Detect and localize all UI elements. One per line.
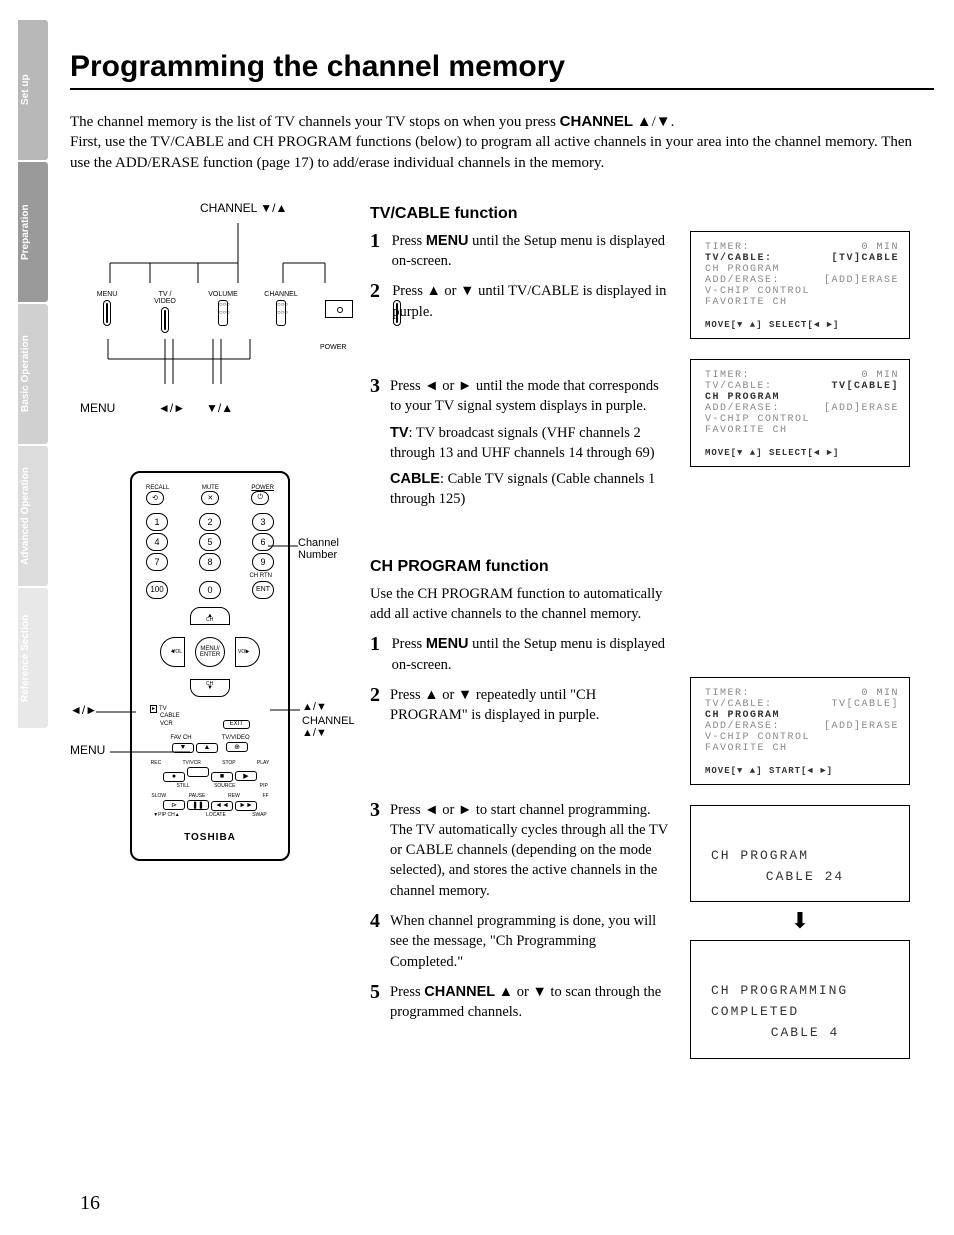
page-title: Programming the channel memory [70,50,934,84]
tab-advanced: Advanced Operation [18,446,48,586]
chprog-step1: Press MENU until the Setup menu is displ… [392,634,670,675]
chprog-step3: Press ◄ or ► to start channel programmin… [390,800,670,901]
chprogram-heading: CH PROGRAM function [370,558,670,576]
panel-led [322,291,356,318]
step-num: 3 [370,800,380,901]
osd-progress: CH PROGRAM CABLE 24 [690,805,910,903]
tab-basic: Basic Operation [18,304,48,444]
arrow-down-icon: ⬇ [690,908,910,934]
panel-power-btn [380,291,414,326]
chprog-step2: Press ▲ or ▼ repeatedly until "CH PROGRA… [390,685,670,726]
panel-menu-btn: MENU [90,291,124,326]
step-num: 1 [370,634,382,675]
chprog-step5: Press CHANNEL ▲ or ▼ to scan through the… [390,982,670,1023]
tab-preparation: Preparation [18,162,48,302]
tvcable-heading: TV/CABLE function [370,205,670,223]
osd-screen-2: TIMER:0 MIN TV/CABLE:TV[CABLE] CH PROGRA… [690,359,910,467]
remote-diagram: RECALL⟲ MUTE✕ POWER⏻ 123 456 789 CH RTN … [130,471,290,861]
step-num: 4 [370,911,380,972]
panel-channel-label: CHANNEL ▼/▲ [200,201,287,215]
tvcable-step3: Press ◄ or ► until the mode that corresp… [390,376,670,510]
chprogram-desc: Use the CH PROGRAM function to automatic… [370,584,670,625]
intro-paragraph: The channel memory is the list of TV cha… [70,112,934,173]
step-num: 1 [370,231,382,272]
tab-reference: Reference Section [18,588,48,728]
callout-channel-ud: CHANNEL ▲/▼ [302,715,355,739]
tab-setup: Set up [18,20,48,160]
panel-channel-btn: CHANNEL○○○○○○ [264,291,298,326]
callout-arrows-lr: ◄/► [70,703,97,717]
panel-bottom-arrows1: ◄/► [158,401,185,415]
osd-completed: CH PROGRAMMING COMPLETED CABLE 4 [690,940,910,1058]
osd-screen-3: TIMER:0 MIN TV/CABLE:TV[CABLE] CH PROGRA… [690,677,910,785]
chprog-step4: When channel programming is done, you wi… [390,911,670,972]
panel-volume-btn: VOLUME○○○○○○ [206,291,240,326]
tvcable-step2: Press ▲ or ▼ until TV/CABLE is displayed… [392,281,670,322]
step-num: 2 [370,685,380,726]
callout-channel-number: Channel Number [298,537,339,561]
panel-bottom-menu: MENU [80,401,115,415]
chapter-tabs: Set up Preparation Basic Operation Advan… [18,20,48,730]
step-num: 3 [370,376,380,510]
tv-top-panel-diagram: CHANNEL ▼/▲ MENU TV / VIDEO [70,201,350,411]
tvcable-step1: Press MENU until the Setup menu is displ… [392,231,670,272]
page-number: 16 [80,1192,100,1215]
callout-menu: MENU [70,743,105,757]
remote-brand: TOSHIBA [140,832,280,843]
title-rule [70,88,934,90]
panel-bottom-arrows2: ▼/▲ [206,401,233,415]
step-num: 5 [370,982,380,1023]
osd-screen-1: TIMER:0 MIN TV/CABLE:[TV]CABLE CH PROGRA… [690,231,910,339]
panel-tvvideo-btn: TV / VIDEO [148,291,182,333]
remote-dpad: ▲CH CH▼ ◄VOL VOL► MENU/ ENTER [155,607,265,697]
callout-arrows-ud: ▲/▼ [302,701,327,713]
